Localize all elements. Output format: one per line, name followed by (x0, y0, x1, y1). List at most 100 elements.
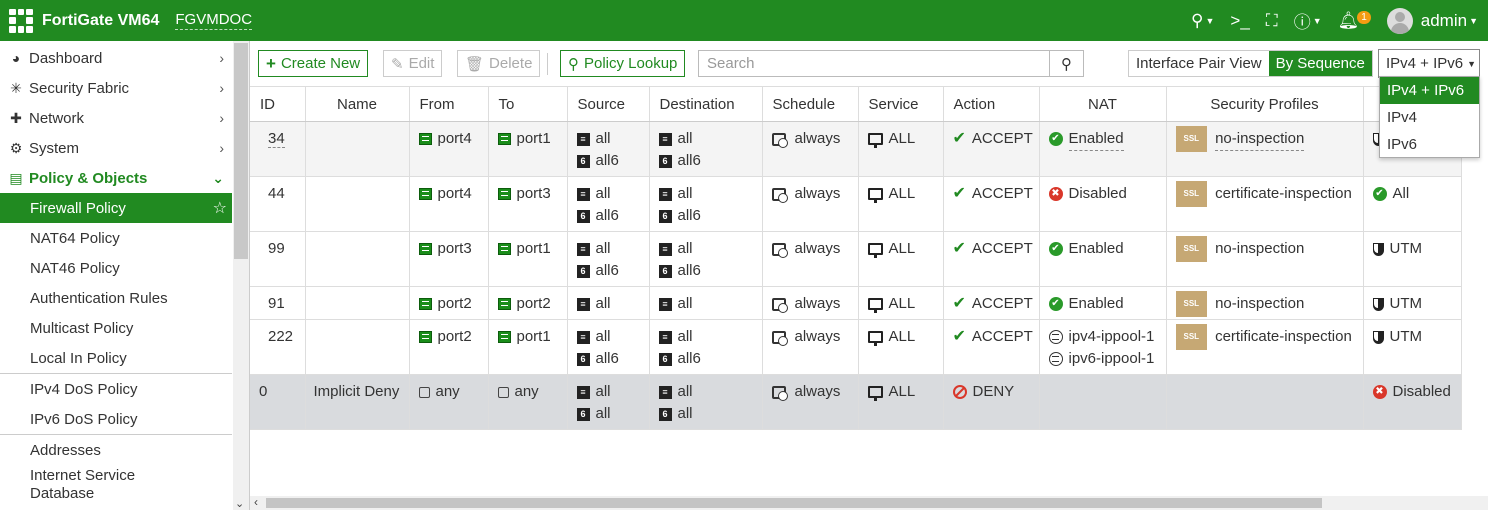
dropdown-option[interactable]: IPv4 + IPv6 (1380, 77, 1479, 104)
policy-id[interactable]: 91 (268, 295, 285, 312)
help-menu[interactable]: ⓘ ▼ (1294, 8, 1322, 33)
search-field: ⚲ (698, 50, 1084, 77)
policy-id[interactable]: 34 (268, 130, 285, 148)
divider (547, 53, 548, 75)
service-icon (867, 133, 883, 148)
scrollbar-thumb[interactable] (234, 43, 248, 259)
ssl-icon: SSL (1175, 324, 1208, 350)
interface-pair-view-button[interactable]: Interface Pair View (1129, 51, 1269, 76)
destination-address: all (677, 383, 693, 400)
sidebar-item-nat64-policy[interactable]: NAT64 Policy (0, 223, 232, 253)
address-icon: ≡ (576, 330, 590, 344)
col-header-source[interactable]: Source (567, 86, 650, 122)
chevron-down-icon[interactable]: ⌄ (235, 497, 244, 510)
table-row[interactable]: 91 port2 port2 ≡ all ≡ all always ALL ✔ ACC… (250, 286, 1462, 320)
address6-icon: 6 (576, 154, 590, 168)
hostname[interactable]: FGVMDOC (175, 11, 253, 30)
username: admin (1420, 10, 1468, 30)
log-setting: UTM (1389, 328, 1423, 345)
sidebar-scrollbar[interactable]: ⌄ (233, 41, 249, 510)
policy-id[interactable]: 99 (268, 240, 285, 257)
by-sequence-button[interactable]: By Sequence (1268, 51, 1372, 76)
dropdown-option[interactable]: IPv4 (1380, 104, 1479, 131)
log-setting: All (1392, 185, 1410, 202)
create-new-button[interactable]: + Create New (258, 50, 369, 77)
service: ALL (888, 130, 916, 147)
sidebar-item-nat46-policy[interactable]: NAT46 Policy (0, 253, 232, 283)
sidebar-item-policy-objects[interactable]: ▤ Policy & Objects ⌄ (0, 163, 232, 193)
sidebar-item-system[interactable]: ⚙ System › (0, 133, 232, 163)
fullscreen-icon[interactable]: ⛶ (1266, 11, 1278, 31)
sidebar-item-ipv6-dos-policy[interactable]: IPv6 DoS Policy (0, 404, 232, 434)
sidebar-item-internet-service-database[interactable]: Internet Service Database (0, 467, 232, 507)
network-icon: ✚ (10, 109, 22, 126)
from-interface: port4 (437, 130, 472, 147)
sidebar-item-firewall-policy[interactable]: Firewall Policy ☆ (0, 193, 232, 223)
sidebar-item-local-in-policy[interactable]: Local In Policy (0, 343, 232, 373)
user-menu[interactable]: admin ▼ (1386, 7, 1478, 34)
sidebar-item-label: System (29, 139, 80, 157)
sidebar-item-addresses[interactable]: Addresses (0, 435, 232, 465)
dropdown-option[interactable]: IPv6 (1380, 131, 1479, 158)
check-icon: ✔ (952, 130, 966, 147)
scrollbar-thumb[interactable] (266, 498, 1322, 508)
chevron-left-icon[interactable]: ‹ (254, 495, 258, 509)
check-icon: ✔ (952, 240, 966, 257)
ip-version-select[interactable]: IPv4 + IPv6 ▼ (1378, 49, 1480, 78)
policy-lookup-button[interactable]: ⚲ Policy Lookup (560, 50, 686, 77)
edit-button[interactable]: ✎ Edit (383, 50, 443, 77)
from-interface: any (435, 383, 460, 400)
sidebar-item-authentication-rules[interactable]: Authentication Rules (0, 283, 232, 313)
notifications-menu[interactable]: 🔔︎ 1 (1338, 11, 1371, 31)
gear-icon: ⚙ (9, 139, 23, 156)
table-row[interactable]: 34 port4 port1 ≡ all 6 all6 ≡ all 6 all6 alway… (250, 121, 1462, 177)
col-header-from[interactable]: From (409, 86, 489, 122)
col-header-action[interactable]: Action (943, 86, 1040, 122)
address-icon: ≡ (658, 242, 672, 256)
sidebar-item-security-fabric[interactable]: ✳ Security Fabric › (0, 73, 232, 103)
col-header-security-profiles[interactable]: Security Profiles (1166, 86, 1364, 122)
sidebar-item-dashboard[interactable]: ◕ Dashboard › (0, 43, 232, 73)
star-icon[interactable]: ☆ (213, 198, 227, 218)
interface-icon (418, 243, 432, 255)
policy-id[interactable]: 222 (268, 328, 293, 345)
ip-pool-icon (1048, 352, 1063, 366)
source-address: all (595, 240, 611, 257)
sidebar-item-label: Policy & Objects (29, 169, 148, 187)
table-row[interactable]: 44 port4 port3 ≡ all 6 all6 ≡ all 6 all6 alway… (250, 176, 1462, 232)
address6-icon: 6 (658, 407, 672, 421)
action: ACCEPT (971, 328, 1033, 345)
col-header-to[interactable]: To (488, 86, 568, 122)
notification-badge: 1 (1357, 11, 1371, 24)
table-row[interactable]: 222 port2 port1 ≡ all 6 all6 ≡ all 6 all6 alwa… (250, 319, 1462, 375)
col-header-nat[interactable]: NAT (1039, 86, 1167, 122)
schedule: always (794, 295, 841, 312)
select-value: IPv4 + IPv6 (1386, 55, 1464, 72)
col-header-service[interactable]: Service (858, 86, 944, 122)
table-row[interactable]: 0 Implicit Deny any any ≡ all 6 all ≡ all 6 al… (250, 374, 1462, 430)
search-menu[interactable]: ⚲ ▼ (1191, 11, 1214, 31)
interface-icon (418, 188, 432, 200)
policy-id[interactable]: 44 (268, 185, 285, 202)
table-row[interactable]: 99 port3 port1 ≡ all 6 all6 ≡ all 6 all6 alway… (250, 231, 1462, 287)
schedule-icon (771, 297, 788, 313)
ssl-profile: no-inspection (1215, 240, 1305, 257)
sidebar-item-label: Security Fabric (29, 79, 130, 97)
chevron-down-icon: ▼ (1467, 58, 1477, 69)
col-header-destination[interactable]: Destination (649, 86, 763, 122)
search-button[interactable]: ⚲ (1049, 51, 1083, 76)
button-label: Policy Lookup (584, 55, 678, 72)
sidebar-item-network[interactable]: ✚ Network › (0, 103, 232, 133)
delete-button[interactable]: 🗑︎ Delete (457, 50, 541, 77)
policy-id[interactable]: 0 (259, 383, 267, 400)
col-header-id[interactable]: ID (250, 86, 306, 122)
cli-console-icon[interactable]: >_ (1230, 11, 1249, 31)
search-input[interactable] (699, 51, 1049, 76)
ssl-icon: SSL (1175, 181, 1208, 207)
col-header-schedule[interactable]: Schedule (762, 86, 859, 122)
sidebar-item-multicast-policy[interactable]: Multicast Policy (0, 313, 232, 343)
service: ALL (888, 240, 916, 257)
sidebar-item-ipv4-dos-policy[interactable]: IPv4 DoS Policy (0, 374, 232, 404)
sidebar-item-label: Addresses (30, 441, 101, 459)
col-header-name[interactable]: Name (305, 86, 410, 122)
